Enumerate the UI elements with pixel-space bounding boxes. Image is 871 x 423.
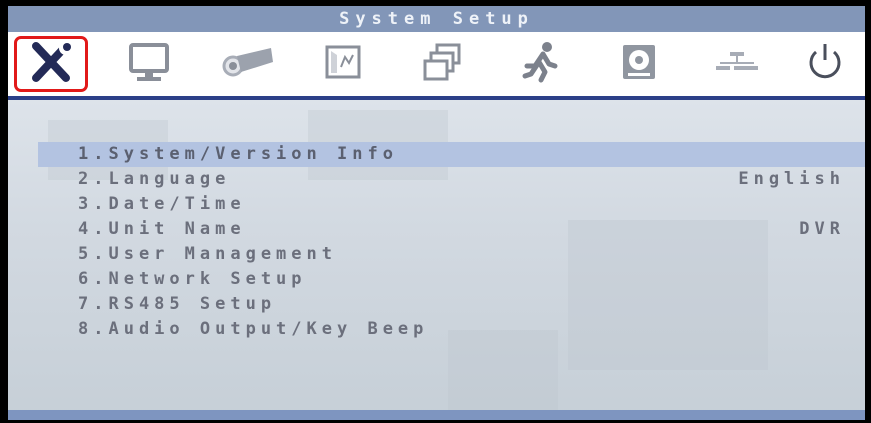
tab-network[interactable] xyxy=(700,36,774,92)
menu-item-audio-output-key-beep[interactable]: 8.Audio Output/Key Beep xyxy=(38,317,865,342)
status-strip xyxy=(8,410,865,420)
tab-display[interactable] xyxy=(112,36,186,92)
monitor-icon xyxy=(127,41,171,87)
menu-item-date-time[interactable]: 3.Date/Time xyxy=(38,192,865,217)
hard-disk-icon xyxy=(619,41,659,87)
menu-item-label: 3.Date/Time xyxy=(78,194,246,214)
tab-power[interactable] xyxy=(788,36,862,92)
tab-system[interactable] xyxy=(14,36,88,92)
tab-storage[interactable] xyxy=(602,36,676,92)
menu-item-value: English xyxy=(738,169,845,189)
dvr-screen-frame: System Setup 1.System/Version Info 2.Lan… xyxy=(0,0,871,423)
tab-record[interactable] xyxy=(306,36,380,92)
menu-item-label: 4.Unit Name xyxy=(78,219,246,239)
menu-item-network-setup[interactable]: 6.Network Setup xyxy=(38,267,865,292)
menu-item-label: 7.RS485 Setup xyxy=(78,294,277,314)
windows-stack-icon xyxy=(421,41,465,87)
menu-item-label: 2.Language xyxy=(78,169,231,189)
menu-item-label: 6.Network Setup xyxy=(78,269,307,289)
picture-frame-icon xyxy=(321,41,365,87)
tab-camera[interactable] xyxy=(208,36,282,92)
tab-layout[interactable] xyxy=(406,36,480,92)
tab-motion[interactable] xyxy=(504,36,578,92)
menu-item-unit-name[interactable]: 4.Unit Name DVR xyxy=(38,217,865,242)
background-thumbnail xyxy=(448,330,558,410)
camera-icon xyxy=(213,42,277,86)
menu-panel: 1.System/Version Info 2.Language English… xyxy=(8,100,865,420)
running-person-icon xyxy=(519,40,563,88)
menu-item-value: DVR xyxy=(799,219,845,239)
menu-item-label: 1.System/Version Info xyxy=(78,144,398,164)
window-title: System Setup xyxy=(8,6,865,32)
menu-item-system-version-info[interactable]: 1.System/Version Info xyxy=(38,142,865,167)
power-icon xyxy=(803,40,847,88)
menu-item-language[interactable]: 2.Language English xyxy=(38,167,865,192)
tools-icon xyxy=(26,40,76,88)
osd-screen: System Setup 1.System/Version Info 2.Lan… xyxy=(8,6,865,420)
menu-item-label: 5.User Management xyxy=(78,244,337,264)
menu-item-label: 8.Audio Output/Key Beep xyxy=(78,319,429,339)
menu-item-user-management[interactable]: 5.User Management xyxy=(38,242,865,267)
network-icon xyxy=(712,42,762,86)
menu-item-rs485-setup[interactable]: 7.RS485 Setup xyxy=(38,292,865,317)
